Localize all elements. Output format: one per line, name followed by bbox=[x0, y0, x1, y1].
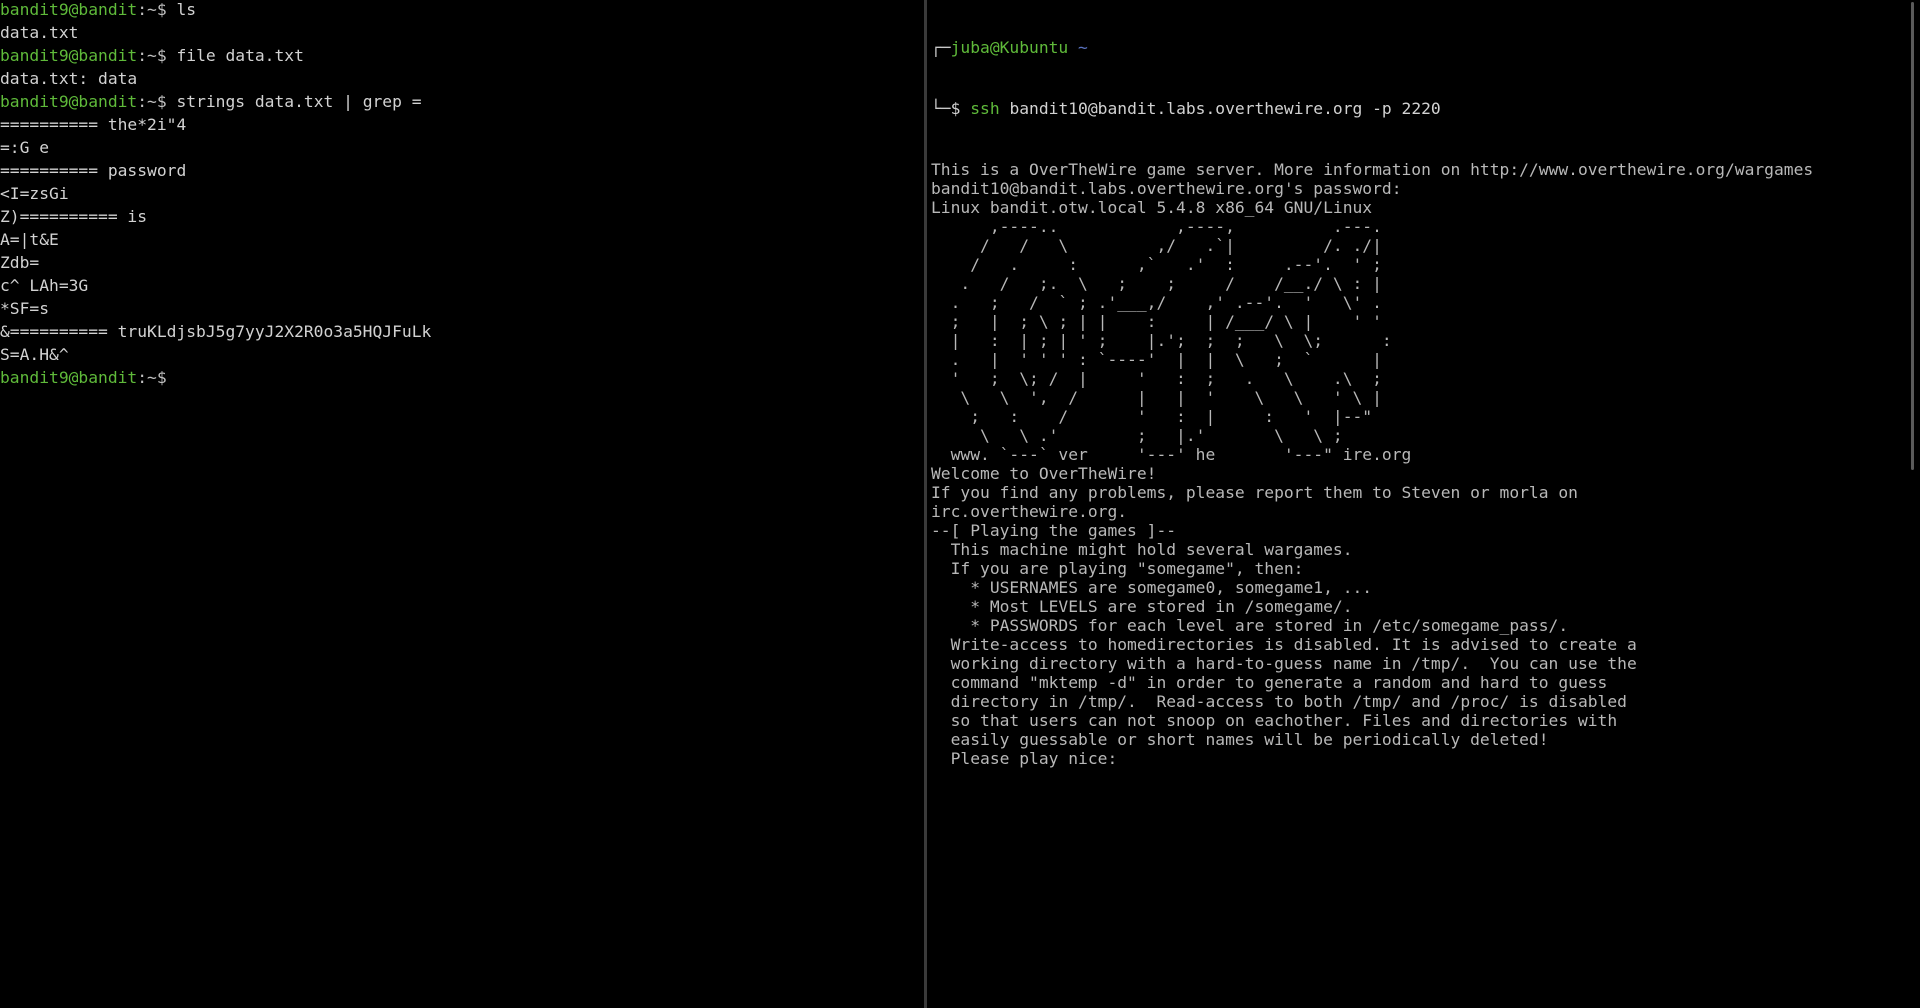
prompt-user-host: bandit9@bandit bbox=[0, 46, 138, 65]
right-output-line: * Most LEVELS are stored in /somegame/. bbox=[931, 597, 1353, 616]
prompt-suffix: :~$ bbox=[137, 46, 167, 65]
right-output-line: * PASSWORDS for each level are stored in… bbox=[931, 616, 1569, 635]
prompt-user-host: bandit9@bandit bbox=[0, 0, 138, 19]
left-output-line: A=|t&E bbox=[0, 230, 59, 249]
left-output-line: ========== password bbox=[0, 161, 187, 180]
command-text: ls bbox=[166, 0, 197, 19]
prompt-suffix: :~$ bbox=[137, 92, 167, 111]
left-prompt-line: bandit9@bandit:~$ strings data.txt | gre… bbox=[0, 92, 924, 115]
right-output-line: bandit10@bandit.labs.overthewire.org's p… bbox=[931, 179, 1402, 198]
command-text: file data.txt bbox=[166, 46, 304, 65]
right-output-line: easily guessable or short names will be … bbox=[931, 730, 1549, 749]
left-output-line: &========== truKLdjsbJ5g7yyJ2X2R0o3a5HQJ… bbox=[0, 322, 432, 341]
right-scrollbar-thumb[interactable] bbox=[1911, 2, 1914, 470]
right-output-line: Welcome to OverTheWire! bbox=[931, 464, 1157, 483]
right-output-line: Linux bandit.otw.local 5.4.8 x86_64 GNU/… bbox=[931, 198, 1373, 217]
left-terminal-pane[interactable]: bandit9@bandit:~$ ls data.txt bandit9@band… bbox=[0, 0, 924, 1008]
prompt-user-host: bandit9@bandit bbox=[0, 368, 138, 387]
right-output-line: / / \ ,/ .`| /. ./| bbox=[931, 236, 1382, 255]
left-output-line: ========== the*2i"4 bbox=[0, 115, 187, 134]
prompt-box-top: ┌─ bbox=[931, 38, 951, 57]
right-output-line: ; : / ' : | : ' |--" bbox=[931, 407, 1373, 426]
left-output-line: data.txt: data bbox=[0, 69, 138, 88]
left-prompt-line: bandit9@bandit:~$ bbox=[0, 368, 924, 391]
zsh-prompt-line-2: └─$ ssh bandit10@bandit.labs.overthewire… bbox=[931, 99, 1904, 122]
pane-divider[interactable] bbox=[924, 0, 927, 1008]
left-prompt-line: bandit9@bandit:~$ file data.txt bbox=[0, 46, 924, 69]
right-terminal-output: ┌─juba@Kubuntu ~ └─$ ssh bandit10@bandit… bbox=[931, 0, 1904, 768]
right-output-line: / . : ,` .' : .--'. ' ; bbox=[931, 255, 1382, 274]
right-output-line: \ \ ', / | | ' \ \ ' \ | bbox=[931, 388, 1382, 407]
left-output-line: c^ LAh=3G bbox=[0, 276, 89, 295]
right-output-line: irc.overthewire.org. bbox=[931, 502, 1128, 521]
left-output-line: *SF=s bbox=[0, 299, 50, 318]
left-output-line: =:G e bbox=[0, 138, 50, 157]
prompt-box-bottom: └─ bbox=[931, 99, 951, 118]
prompt-user-host: juba@Kubuntu bbox=[950, 38, 1069, 57]
left-output-line: data.txt bbox=[0, 23, 79, 42]
right-output-line: Write-access to homedirectories is disab… bbox=[931, 635, 1637, 654]
right-output-line: This machine might hold several wargames… bbox=[931, 540, 1353, 559]
left-prompt-line: bandit9@bandit:~$ ls bbox=[0, 0, 924, 23]
right-output-line: . | ' ' ' : `----' | | \ ; ` | bbox=[931, 350, 1382, 369]
right-output-line: If you find any problems, please report … bbox=[931, 483, 1578, 502]
left-output-line: S=A.H&^ bbox=[0, 345, 69, 364]
command-name: ssh bbox=[970, 99, 1000, 118]
right-terminal-pane[interactable]: ┌─juba@Kubuntu ~ └─$ ssh bandit10@bandit… bbox=[931, 0, 1904, 1008]
right-output-line: . / ;. \ ; ; / /__./ \ : | bbox=[931, 274, 1382, 293]
right-output-line: If you are playing "somegame", then: bbox=[931, 559, 1304, 578]
command-args: bandit10@bandit.labs.overthewire.org -p … bbox=[999, 99, 1441, 118]
right-output-line: | : | ; | ' ; |.'; ; ; \ \; : bbox=[931, 331, 1392, 350]
right-output-line: www. `---` ver '---' he '---" ire.org bbox=[931, 445, 1412, 464]
zsh-prompt-line-1: ┌─juba@Kubuntu ~ bbox=[931, 38, 1904, 61]
right-output-line: working directory with a hard-to-guess n… bbox=[931, 654, 1637, 673]
prompt-directory: ~ bbox=[1068, 38, 1088, 57]
right-output-line: --[ Playing the games ]-- bbox=[931, 521, 1177, 540]
right-output-line: ,----.. ,----, .---. bbox=[931, 217, 1382, 236]
right-output-line: . ; / ` ; .'___,/ ,' .--'. ' \' . bbox=[931, 293, 1382, 312]
right-output-line: \ \ .' ; |.' \ \ ; bbox=[931, 426, 1343, 445]
prompt-dollar: $ bbox=[950, 99, 971, 118]
left-output-line: <I=zsGi bbox=[0, 184, 69, 203]
right-output-line: ; | ; \ ; | | : | /___/ \ | ' ' bbox=[931, 312, 1382, 331]
prompt-suffix: :~$ bbox=[137, 368, 167, 387]
right-output-line: ' ; \; / | ' : ; . \ .\ ; bbox=[931, 369, 1382, 388]
left-output-line: Zdb= bbox=[0, 253, 40, 272]
left-terminal-output: bandit9@bandit:~$ ls data.txt bandit9@band… bbox=[0, 0, 924, 391]
right-output-line: so that users can not snoop on eachother… bbox=[931, 711, 1618, 730]
prompt-user-host: bandit9@bandit bbox=[0, 92, 138, 111]
right-output-line: directory in /tmp/. Read-access to both … bbox=[931, 692, 1627, 711]
right-output-line: command "mktemp -d" in order to generate… bbox=[931, 673, 1608, 692]
right-output-line: Please play nice: bbox=[931, 749, 1118, 768]
command-text: strings data.txt | grep = bbox=[166, 92, 422, 111]
right-output-line: * USERNAMES are somegame0, somegame1, ..… bbox=[931, 578, 1373, 597]
left-output-line: Z)========== is bbox=[0, 207, 148, 226]
right-output-line: This is a OverTheWire game server. More … bbox=[931, 160, 1814, 179]
prompt-suffix: :~$ bbox=[137, 0, 167, 19]
